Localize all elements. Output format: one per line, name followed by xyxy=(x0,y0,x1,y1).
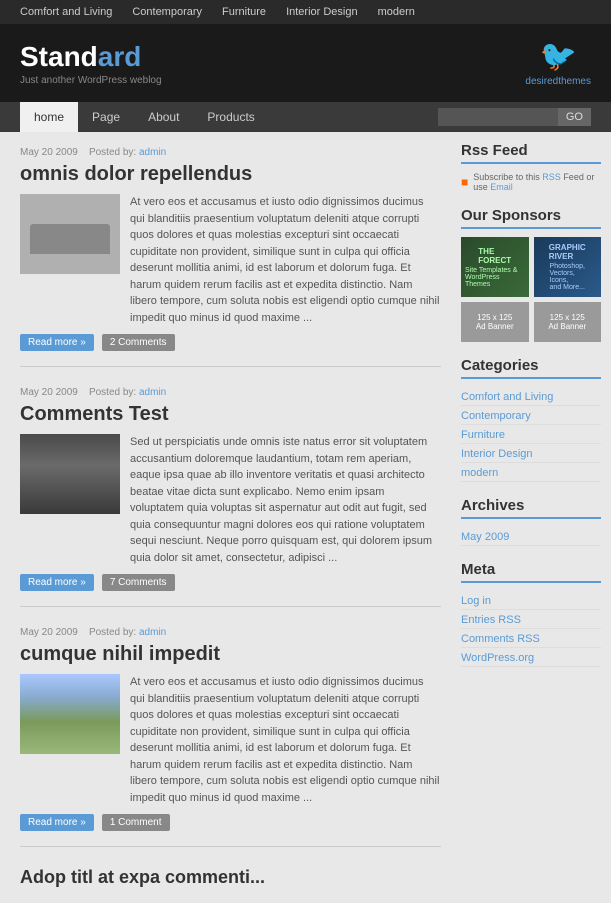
site-logo: Standard Just another WordPress weblog xyxy=(20,41,162,86)
post-2-text: Sed ut perspiciatis unde omnis iste natu… xyxy=(130,434,441,566)
nav-home[interactable]: home xyxy=(20,102,78,132)
search-button[interactable]: GO xyxy=(558,108,591,126)
post-1-body: At vero eos et accusamus et iusto odio d… xyxy=(20,194,441,326)
post-3-footer: Read more » 1 Comment xyxy=(20,814,441,831)
top-navigation: Comfort and Living Contemporary Furnitur… xyxy=(0,0,611,24)
category-comfort: Comfort and Living xyxy=(461,387,601,406)
post-2-image xyxy=(20,434,120,514)
partial-post-title: Adop titl at expa commenti... xyxy=(20,867,441,888)
post-2-date: May 20 2009 xyxy=(20,387,78,398)
topnav-interior[interactable]: Interior Design xyxy=(286,6,358,18)
ad-banner-1[interactable]: 125 x 125Ad Banner xyxy=(461,302,529,342)
topnav-comfort[interactable]: Comfort and Living xyxy=(20,6,112,18)
categories-title: Categories xyxy=(461,357,601,379)
post-3-author[interactable]: admin xyxy=(139,627,166,638)
nav-page[interactable]: Page xyxy=(78,102,134,132)
topnav-modern[interactable]: modern xyxy=(378,6,415,18)
category-modern: modern xyxy=(461,463,601,482)
post-1-comments[interactable]: 2 Comments xyxy=(102,334,175,351)
rss-feed: ■ Subscribe to this RSS Feed or use Emai… xyxy=(461,172,601,192)
meta-title: Meta xyxy=(461,561,601,583)
post-3-meta: May 20 2009 Posted by: admin xyxy=(20,627,441,638)
post-1-text: At vero eos et accusamus et iusto odio d… xyxy=(130,194,441,326)
post-2-title: Comments Test xyxy=(20,403,441,426)
meta-comments-rss: Comments RSS xyxy=(461,629,601,648)
sponsor-forest[interactable]: THEFORECT Site Templates &WordPress Them… xyxy=(461,237,529,297)
post-2: May 20 2009 Posted by: admin Comments Te… xyxy=(20,387,441,607)
ad-banner-2[interactable]: 125 x 125Ad Banner xyxy=(534,302,602,342)
post-3: May 20 2009 Posted by: admin cumque nihi… xyxy=(20,627,441,847)
sidebar: Rss Feed ■ Subscribe to this RSS Feed or… xyxy=(456,132,611,903)
sponsor-river[interactable]: GRAPHICRIVER Photoshop,Vectors,Icons,and… xyxy=(534,237,602,297)
sidebar-meta: Meta Log in Entries RSS Comments RSS Wor… xyxy=(461,561,601,667)
rss-text: Subscribe to this RSS Feed or use Email xyxy=(473,172,601,192)
sidebar-categories: Categories Comfort and Living Contempora… xyxy=(461,357,601,482)
category-interior: Interior Design xyxy=(461,444,601,463)
search-input[interactable] xyxy=(438,108,558,126)
sponsors-title: Our Sponsors xyxy=(461,207,601,229)
post-2-author[interactable]: admin xyxy=(139,387,166,398)
topnav-contemporary[interactable]: Contemporary xyxy=(132,6,202,18)
post-3-comments[interactable]: 1 Comment xyxy=(102,814,170,831)
post-2-footer: Read more » 7 Comments xyxy=(20,574,441,591)
categories-list: Comfort and Living Contemporary Furnitur… xyxy=(461,387,601,482)
post-1-meta: May 20 2009 Posted by: admin xyxy=(20,147,441,158)
twitter-label: desiredthemes xyxy=(525,76,591,87)
email-link[interactable]: Email xyxy=(490,182,513,192)
site-header: Standard Just another WordPress weblog 🐦… xyxy=(0,24,611,102)
post-1-readmore[interactable]: Read more » xyxy=(20,334,94,351)
forest-desc: Site Templates &WordPress Themes xyxy=(465,267,525,288)
search-form: GO xyxy=(438,108,591,126)
post-1-title: omnis dolor repellendus xyxy=(20,163,441,186)
sidebar-rss: Rss Feed ■ Subscribe to this RSS Feed or… xyxy=(461,142,601,192)
logo-ard: ard xyxy=(98,41,142,72)
post-2-readmore[interactable]: Read more » xyxy=(20,574,94,591)
post-2-body: Sed ut perspiciatis unde omnis iste natu… xyxy=(20,434,441,566)
forest-logo: THEFORECT xyxy=(478,247,511,265)
post-1-footer: Read more » 2 Comments xyxy=(20,334,441,351)
river-logo: GRAPHICRIVER xyxy=(549,243,586,261)
main-content: May 20 2009 Posted by: admin omnis dolor… xyxy=(0,132,456,903)
post-2-meta: May 20 2009 Posted by: admin xyxy=(20,387,441,398)
post-1-date: May 20 2009 xyxy=(20,147,78,158)
archives-list: May 2009 xyxy=(461,527,601,546)
post-3-title: cumque nihil impedit xyxy=(20,643,441,666)
post-3-readmore[interactable]: Read more » xyxy=(20,814,94,831)
meta-entries-rss: Entries RSS xyxy=(461,610,601,629)
nav-items: home Page About Products xyxy=(20,102,269,132)
post-1-image xyxy=(20,194,120,274)
topnav-furniture[interactable]: Furniture xyxy=(222,6,266,18)
twitter-link[interactable]: 🐦 desiredthemes xyxy=(525,39,591,87)
main-navigation: home Page About Products GO xyxy=(0,102,611,132)
category-contemporary: Contemporary xyxy=(461,406,601,425)
sidebar-sponsors: Our Sponsors THEFORECT Site Templates &W… xyxy=(461,207,601,342)
logo-text: Standard xyxy=(20,41,162,73)
ad-banners: 125 x 125Ad Banner 125 x 125Ad Banner xyxy=(461,302,601,342)
post-3-text: At vero eos et accusamus et iusto odio d… xyxy=(130,674,441,806)
post-1: May 20 2009 Posted by: admin omnis dolor… xyxy=(20,147,441,367)
archive-may2009: May 2009 xyxy=(461,527,601,546)
meta-list: Log in Entries RSS Comments RSS WordPres… xyxy=(461,591,601,667)
nav-products[interactable]: Products xyxy=(193,102,268,132)
post-3-body: At vero eos et accusamus et iusto odio d… xyxy=(20,674,441,806)
post-1-author[interactable]: admin xyxy=(139,147,166,158)
sidebar-archives: Archives May 2009 xyxy=(461,497,601,546)
content-wrapper: May 20 2009 Posted by: admin omnis dolor… xyxy=(0,132,611,903)
meta-login: Log in xyxy=(461,591,601,610)
rss-title: Rss Feed xyxy=(461,142,601,164)
river-desc: Photoshop,Vectors,Icons,and More... xyxy=(550,263,585,291)
twitter-icon: 🐦 xyxy=(540,39,577,74)
nav-about[interactable]: About xyxy=(134,102,193,132)
category-furniture: Furniture xyxy=(461,425,601,444)
sponsors-grid: THEFORECT Site Templates &WordPress Them… xyxy=(461,237,601,297)
post-3-date: May 20 2009 xyxy=(20,627,78,638)
rss-link[interactable]: RSS xyxy=(542,172,561,182)
logo-std: Stand xyxy=(20,41,98,72)
logo-subtitle: Just another WordPress weblog xyxy=(20,75,162,86)
post-2-comments[interactable]: 7 Comments xyxy=(102,574,175,591)
meta-wordpress: WordPress.org xyxy=(461,648,601,667)
post-3-image xyxy=(20,674,120,754)
rss-icon: ■ xyxy=(461,175,468,189)
archives-title: Archives xyxy=(461,497,601,519)
